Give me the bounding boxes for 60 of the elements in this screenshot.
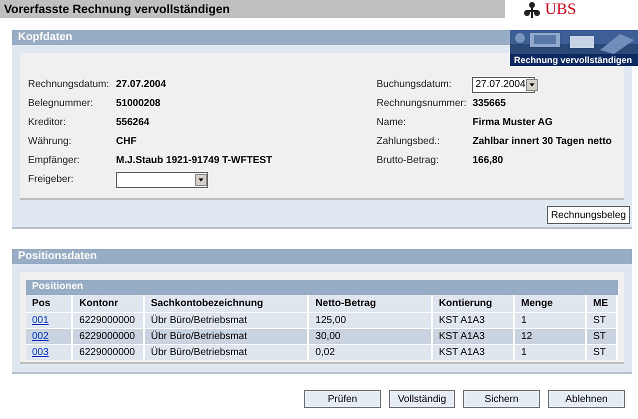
table-cell: KST A1A3 xyxy=(438,314,485,326)
field-label: Rechnungsnummer: xyxy=(376,98,468,109)
column-header: Menge xyxy=(514,295,586,312)
table-cell: KST A1A3 xyxy=(438,346,485,358)
field-label: Freigeber: xyxy=(28,174,75,185)
field-value: 556264 xyxy=(116,117,150,128)
table-cell: 6229000000 xyxy=(79,330,135,342)
field-value: Zahlbar innert 30 Tagen netto xyxy=(472,136,612,147)
table-cell: 6229000000 xyxy=(79,314,135,326)
action-button[interactable]: Sichern xyxy=(463,390,540,408)
table-cell: 1 xyxy=(521,314,527,326)
field-value: 335665 xyxy=(472,98,506,109)
caret-icon xyxy=(526,78,538,90)
table-cell: Übr Büro/Betriebsmat xyxy=(150,314,248,326)
field-label: Brutto-Betrag: xyxy=(376,155,440,166)
table-cell: Übr Büro/Betriebsmat xyxy=(150,330,248,342)
column-header: Kontonr xyxy=(72,295,144,312)
table-cell: 12 xyxy=(521,330,532,342)
field-value: 51000208 xyxy=(116,98,160,109)
section-header: Positionsdaten xyxy=(12,249,632,264)
table-cell: ST xyxy=(593,330,606,342)
field-label: Buchungsdatum: xyxy=(376,79,453,90)
dropdown-field[interactable] xyxy=(116,172,208,188)
table-cell: KST A1A3 xyxy=(438,330,485,342)
field-label: Name: xyxy=(376,117,407,128)
receipt-button[interactable]: Rechnungsbeleg xyxy=(546,206,630,224)
column-header: Sachkontobezeichnung xyxy=(144,295,308,312)
table-cell: 30,00 xyxy=(315,330,340,342)
table-cell: ST xyxy=(593,314,606,326)
table-cell: 6229000000 xyxy=(79,346,135,358)
field-value: 166,80 xyxy=(472,155,504,166)
caret-icon xyxy=(195,174,207,186)
table-cell: 1 xyxy=(521,346,527,358)
field-label: Rechnungsdatum: xyxy=(28,79,110,90)
bank-logo: UBS xyxy=(545,1,576,19)
field-label: Währung: xyxy=(28,136,72,147)
action-button[interactable]: Ablehnen xyxy=(548,390,625,408)
column-header: ME xyxy=(586,295,617,312)
column-header: Netto-Betrag xyxy=(308,295,432,312)
dropdown-field[interactable]: 27.07.2004 xyxy=(472,76,536,92)
action-button[interactable]: Prüfen xyxy=(304,390,381,408)
field-label: Empfänger: xyxy=(28,155,81,166)
banner-caption: Rechnung vervollständigen xyxy=(510,54,638,66)
keys-logo-icon xyxy=(523,1,541,19)
field-value: 27.07.2004 xyxy=(116,79,166,90)
column-header: Kontierung xyxy=(432,295,514,312)
field-label: Kreditor: xyxy=(28,117,67,128)
action-button[interactable]: Vollständig xyxy=(389,390,455,408)
page-title: Vorerfasste Rechnung vervollständigen xyxy=(0,0,505,18)
field-label: Belegnummer: xyxy=(28,98,94,109)
field-value: CHF xyxy=(116,136,137,147)
field-value: M.J.Staub 1921-91749 T-WFTEST xyxy=(116,155,272,166)
table-cell: 0,02 xyxy=(315,346,335,358)
column-header: Pos xyxy=(26,295,72,312)
table-title: Positionen xyxy=(26,280,618,295)
table-cell: Übr Büro/Betriebsmat xyxy=(150,346,248,358)
field-label: Zahlungsbed.: xyxy=(376,136,441,147)
table-cell: 125,00 xyxy=(315,314,346,326)
field-value: Firma Muster AG xyxy=(472,117,553,128)
table-cell: ST xyxy=(593,346,606,358)
